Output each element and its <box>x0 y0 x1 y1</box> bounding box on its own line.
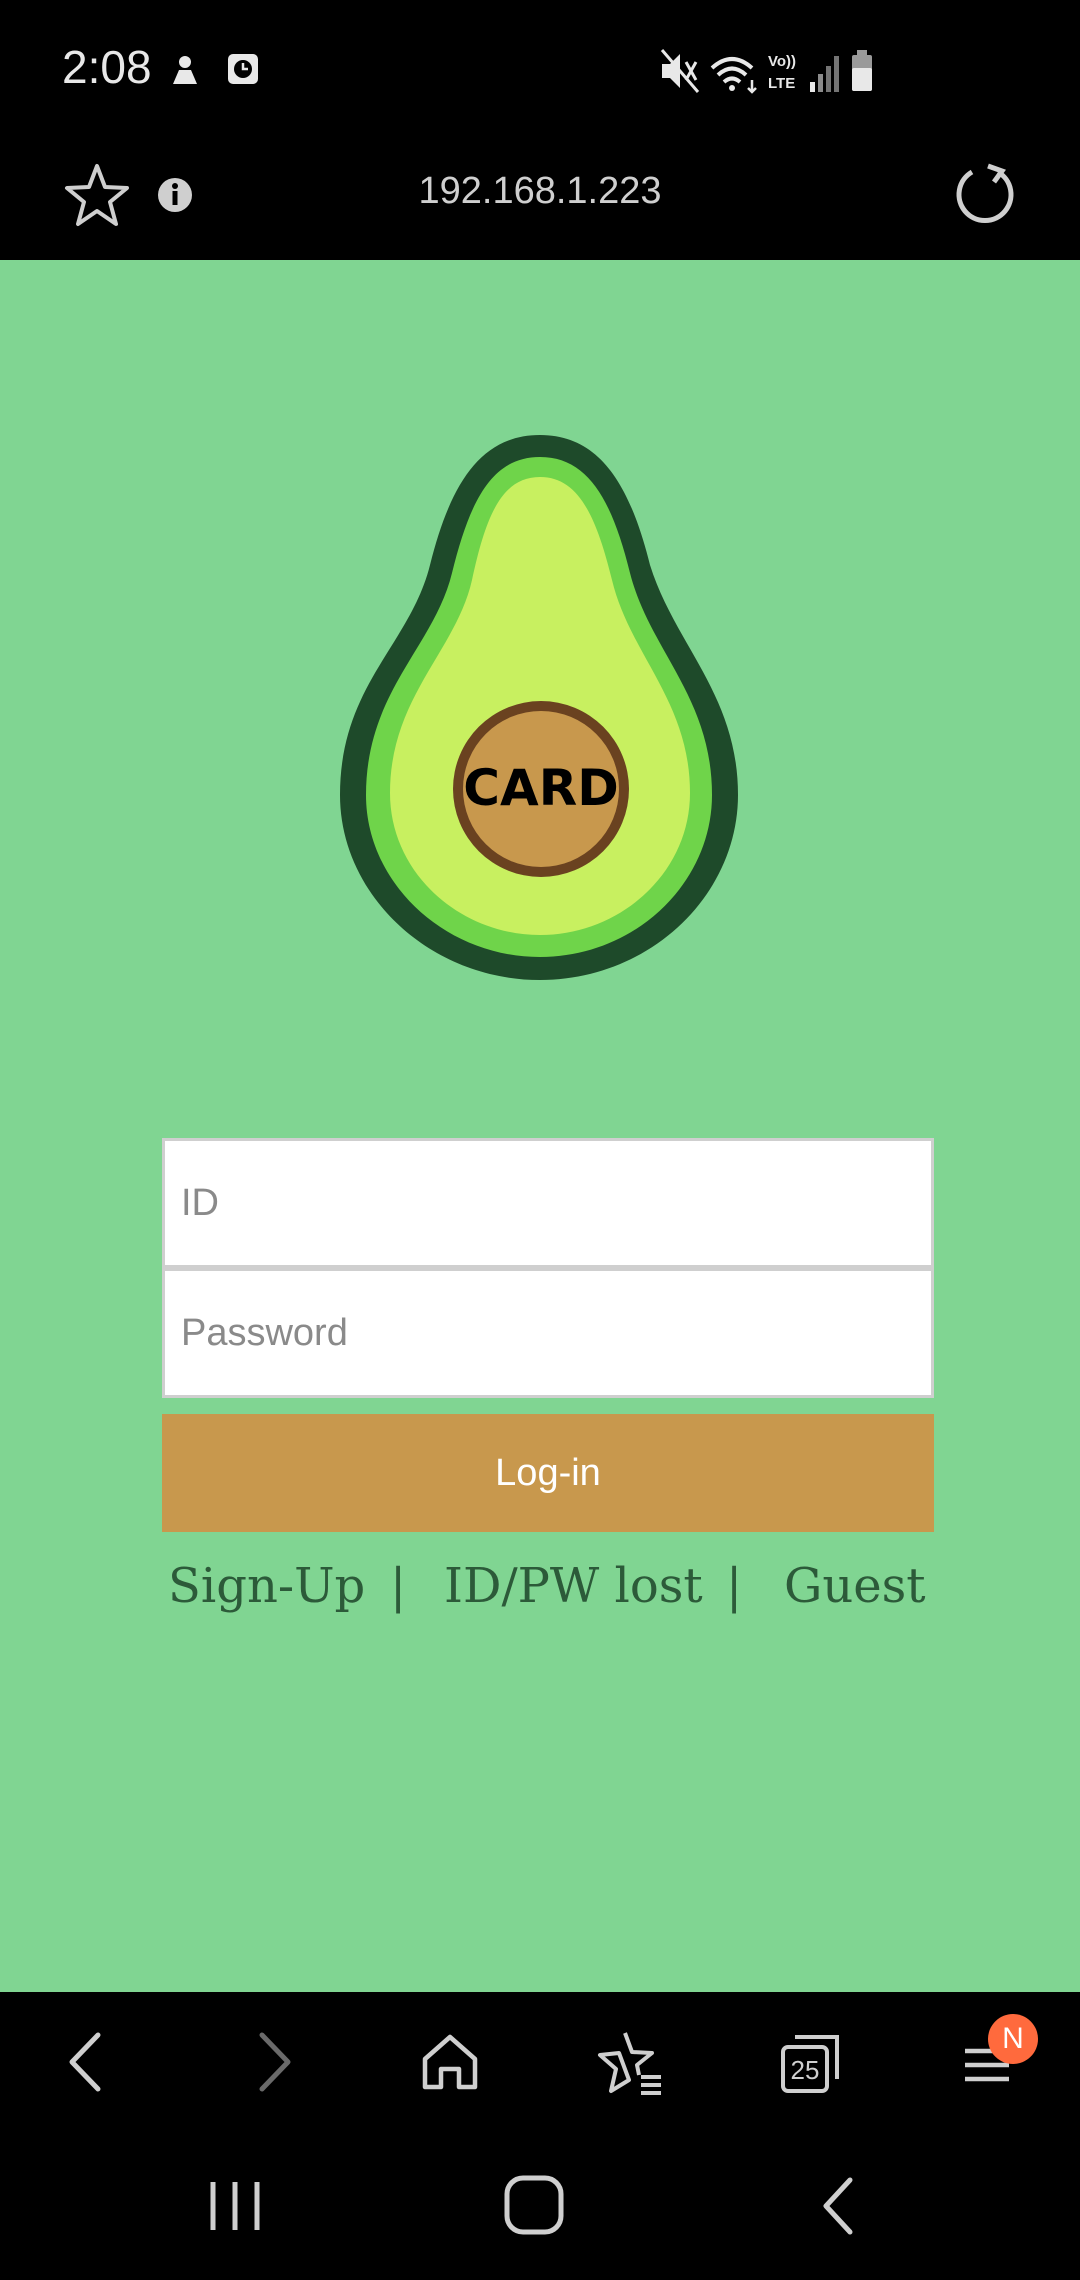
forward-button[interactable] <box>212 1992 332 2132</box>
recent-apps-icon <box>210 2182 260 2230</box>
avocado-logo: CARD <box>330 425 750 995</box>
back-system-button[interactable] <box>800 2166 880 2246</box>
home-system-button[interactable] <box>495 2166 575 2246</box>
logo-text: CARD <box>463 759 618 817</box>
status-left-icons <box>165 48 265 95</box>
guest-link[interactable]: Guest <box>784 1558 926 1614</box>
svg-text:Vo)): Vo)) <box>768 53 796 70</box>
password-input[interactable] <box>162 1268 934 1398</box>
url-text[interactable]: 192.168.1.223 <box>0 170 1080 213</box>
battery-icon <box>852 50 872 91</box>
status-right-icons: Vo)) LTE <box>660 46 900 101</box>
browser-bottom-nav: 25 N <box>0 1992 1080 2132</box>
back-button[interactable] <box>28 1992 148 2132</box>
link-separator: | <box>390 1558 407 1614</box>
id-input[interactable] <box>162 1138 934 1268</box>
tabs-icon: 25 <box>781 2035 839 2093</box>
idpw-lost-link[interactable]: ID/PW lost <box>444 1558 703 1614</box>
menu-button[interactable]: N <box>930 1992 1050 2132</box>
menu-notification-badge: N <box>988 2014 1038 2064</box>
mute-icon <box>660 49 700 93</box>
chevron-left-icon <box>69 2032 101 2092</box>
home-button[interactable] <box>390 1992 510 2132</box>
home-icon <box>422 2034 478 2090</box>
chevron-right-icon <box>259 2032 291 2092</box>
bookmarks-button[interactable] <box>570 1992 690 2132</box>
svg-text:LTE: LTE <box>768 75 795 92</box>
clock-app-icon <box>228 54 258 84</box>
status-time: 2:08 <box>62 41 152 93</box>
wifi-icon <box>710 57 757 94</box>
link-separator: | <box>726 1558 743 1614</box>
recent-apps-button[interactable] <box>195 2166 275 2246</box>
volte-icon: Vo)) LTE <box>768 53 796 92</box>
back-chevron-icon <box>823 2177 853 2235</box>
home-square-icon <box>504 2175 564 2235</box>
bookmarks-star-icon <box>598 2032 661 2095</box>
notification-icon <box>173 56 197 84</box>
tabs-button[interactable]: 25 <box>750 1992 870 2132</box>
signup-link[interactable]: Sign-Up <box>168 1558 365 1614</box>
login-form: Log-in <box>162 1138 934 1532</box>
signal-icon <box>810 56 839 92</box>
tab-count: 25 <box>791 2055 820 2085</box>
status-bar: 2:08 Vo)) LTE <box>0 0 1080 140</box>
system-nav-bar <box>0 2132 1080 2280</box>
login-button[interactable]: Log-in <box>162 1414 934 1532</box>
